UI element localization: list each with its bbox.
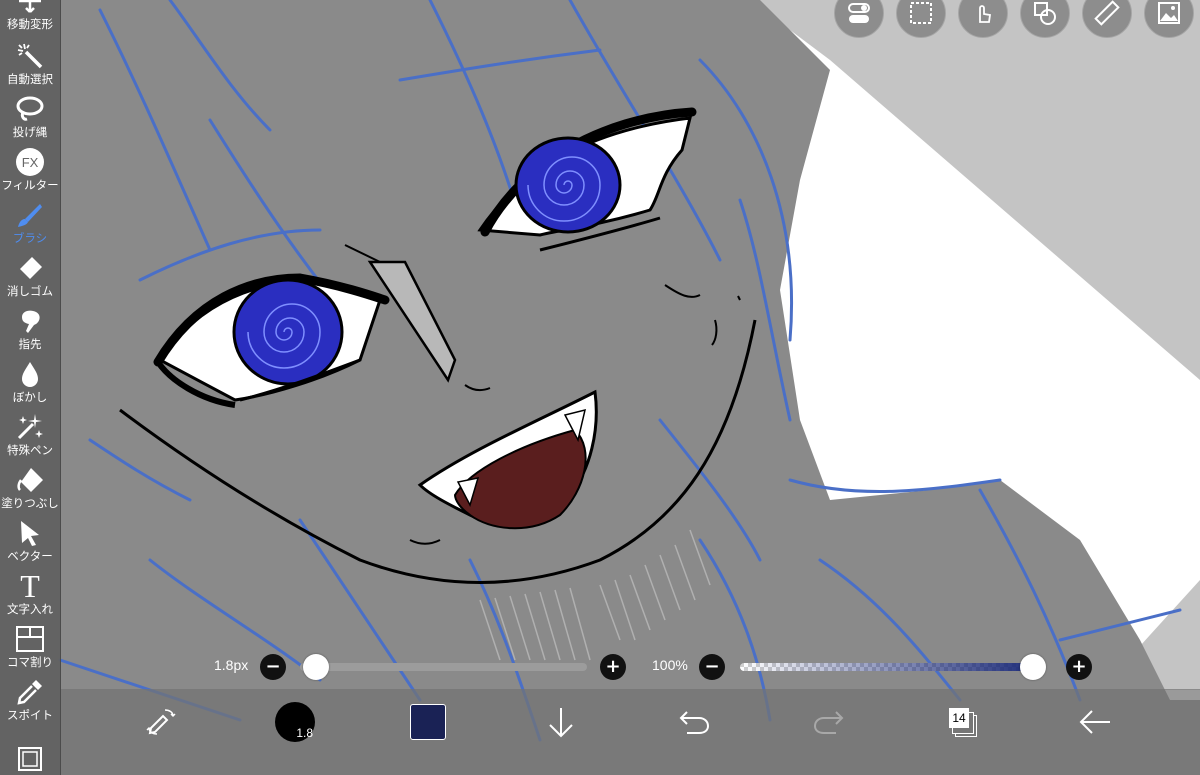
layers-icon: 14 [947,707,977,737]
undo-icon [679,711,710,734]
opacity-label: 100% [652,657,688,673]
toggle-switch-icon [848,3,870,23]
magic-wand-icon [17,43,43,69]
fx-icon: FX [16,148,44,176]
shape-icon [1034,2,1056,25]
brush-icon [18,204,42,227]
tool-label: 文字入れ [7,602,53,616]
tool-vector[interactable]: ベクター [0,510,60,563]
tool-frame[interactable]: コマ割り [0,616,60,669]
eraser-icon [20,257,42,279]
move-transform-icon [19,0,41,13]
minus-icon: − [704,656,720,677]
eyedropper-icon [17,680,42,705]
plus-icon: + [1071,656,1087,677]
tool-label: 指先 [18,337,42,351]
tool-label: ブラシ [12,231,48,245]
color-button[interactable] [398,689,458,755]
down-arrow-icon [549,708,573,738]
lasso-icon [16,96,44,121]
bottom-toolbar: 1.8 14 [61,689,1200,775]
tool-canvas[interactable] [0,722,60,775]
download-button[interactable] [531,689,591,755]
artwork [58,0,1200,775]
tool-label: ベクター [7,549,53,563]
edit-swap-icon [146,709,176,735]
brush-size-button[interactable]: 1.8 [265,689,325,755]
brush-size-track[interactable] [300,663,587,671]
tool-fill[interactable]: 塗りつぶし [0,457,60,510]
brush-size-label: 1.8px [214,657,249,673]
redo-button[interactable] [798,689,858,755]
text-icon: T [20,568,40,604]
fill-bucket-icon [17,468,43,492]
tool-label: 移動変形 [7,17,53,31]
left-toolbar: 移動変形 自動選択 投げ縄 FX フィルター ブラシ 消しゴム 指先 ぼかし 特… [0,0,61,775]
tool-blur[interactable]: ぼかし [0,351,60,404]
tool-label: 自動選択 [7,72,53,86]
tool-label: ぼかし [12,390,48,404]
layer-count: 14 [949,708,969,728]
tool-text[interactable]: T 文字入れ [0,563,60,616]
color-swatch-icon [410,704,446,740]
quick-menu-button[interactable] [131,689,191,755]
opacity-plus-button[interactable]: + [1066,654,1092,680]
redo-icon [813,711,844,734]
tool-transform[interactable]: 移動変形 [0,0,60,31]
tool-label: 塗りつぶし [1,496,59,510]
tool-label: フィルター [1,178,59,192]
back-button[interactable] [1065,689,1125,755]
sparkle-pen-icon [17,414,43,440]
frame-divider-icon [16,626,44,652]
opacity-track[interactable] [740,663,1040,671]
brush-size-circle-icon: 1.8 [275,702,315,742]
dashed-selection-icon [910,2,932,24]
touch-gesture-icon [979,5,992,23]
tool-eyedropper[interactable]: スポイト [0,669,60,722]
drawing-canvas[interactable] [0,0,1200,775]
brush-size-plus-button[interactable]: + [600,654,626,680]
fx-icon-text: FX [21,154,39,170]
layers-button[interactable]: 14 [932,689,992,755]
minus-icon: − [265,656,281,677]
smudge-icon [22,310,40,333]
brush-size-minus-button[interactable]: − [260,654,286,680]
brush-size-value: 1.8 [296,726,313,740]
tool-label: スポイト [7,708,53,722]
tool-label: 投げ縄 [12,125,48,139]
vector-cursor-icon [21,521,39,546]
tool-label: コマ割り [7,655,53,669]
plus-icon: + [605,656,621,677]
ruler-icon [1094,0,1120,26]
tool-special-pen[interactable]: 特殊ペン [0,404,60,457]
undo-button[interactable] [665,689,725,755]
blur-drop-icon [22,362,38,387]
tool-magic-wand[interactable]: 自動選択 [0,33,60,86]
tool-filter[interactable]: FX フィルター [0,139,60,192]
tool-label: 消しゴム [7,284,53,298]
tool-lasso[interactable]: 投げ縄 [0,86,60,139]
back-arrow-icon [1079,710,1110,734]
tool-smudge[interactable]: 指先 [0,298,60,351]
tool-brush[interactable]: ブラシ [0,192,60,245]
opacity-minus-button[interactable]: − [699,654,725,680]
image-material-icon [1158,2,1180,24]
opacity-knob[interactable] [1020,654,1046,680]
canvas-frame-icon [18,747,42,771]
tool-eraser[interactable]: 消しゴム [0,245,60,298]
tool-label: 特殊ペン [7,443,53,457]
